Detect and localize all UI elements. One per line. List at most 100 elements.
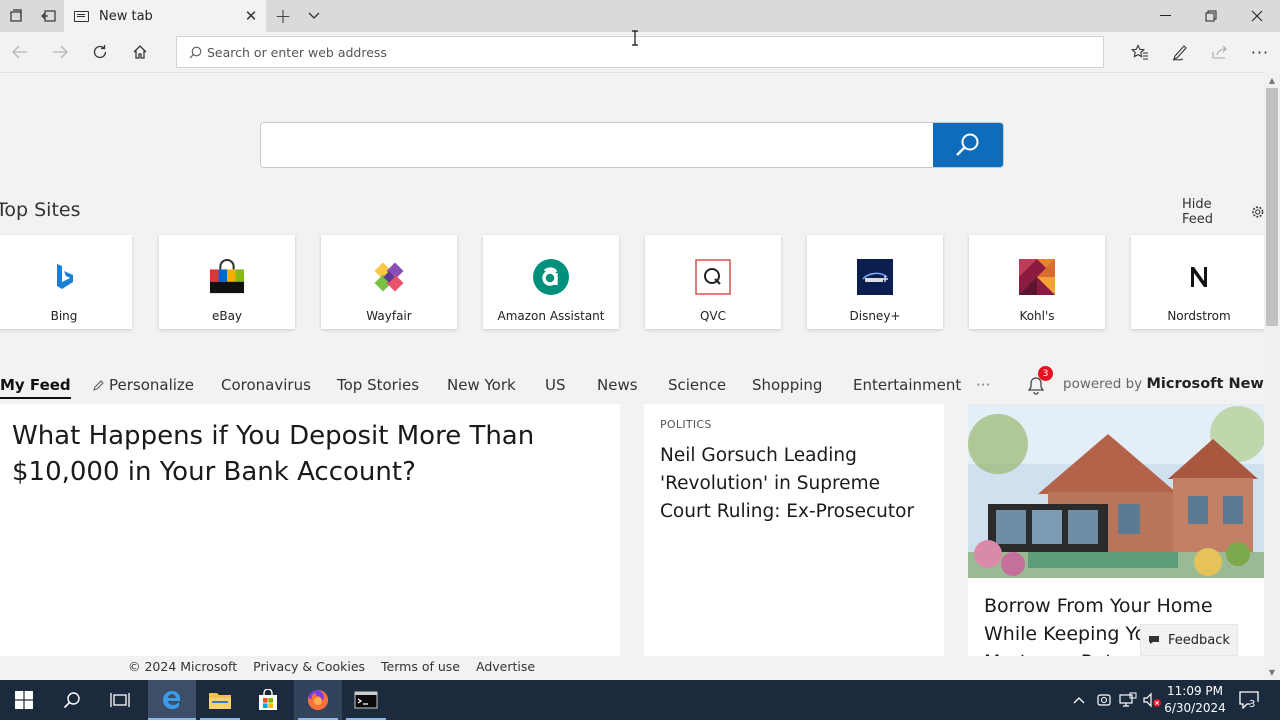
gear-icon <box>1251 206 1263 218</box>
news-card[interactable]: What Happens if You Deposit More Than $1… <box>0 404 620 656</box>
tab-new-tab[interactable]: New tab ✕ <box>64 0 266 32</box>
scroll-thumb[interactable] <box>1266 88 1278 326</box>
news-card[interactable]: Borrow From Your Home While Keeping Your… <box>968 404 1264 656</box>
scroll-up-icon[interactable]: ▲ <box>1264 72 1280 88</box>
back-icon[interactable] <box>0 32 40 72</box>
top-site-wayfair[interactable]: Wayfair <box>321 235 457 329</box>
tab-title: New tab <box>99 8 153 24</box>
kohls-icon <box>1019 259 1055 295</box>
taskbar-search-button[interactable] <box>48 680 96 720</box>
tab-news[interactable]: News <box>597 376 638 394</box>
feedback-label: Feedback <box>1168 632 1230 648</box>
powered-by: powered by Microsoft News <box>1063 376 1264 392</box>
taskbar: 11:09 PM 6/30/2024 3 <box>0 680 1280 720</box>
address-bar[interactable] <box>176 36 1104 68</box>
terms-link[interactable]: Terms of use <box>381 659 460 674</box>
action-center-icon[interactable]: 3 <box>1232 680 1266 720</box>
copyright: © 2024 Microsoft <box>128 659 238 674</box>
card-headline: What Happens if You Deposit More Than $1… <box>12 421 535 487</box>
powered-by-prefix: powered by <box>1063 376 1143 392</box>
favorites-icon[interactable] <box>1120 32 1160 72</box>
show-hidden-icons-chevron-icon[interactable] <box>1068 680 1090 720</box>
restore-icon[interactable] <box>1188 0 1234 32</box>
navigation-bar: ··· <box>0 32 1280 72</box>
close-tab-icon[interactable]: ✕ <box>236 0 266 32</box>
folder-icon <box>209 693 231 709</box>
clock-date: 6/30/2024 <box>1164 701 1226 715</box>
firefox-icon <box>308 690 328 710</box>
top-site-kohls[interactable]: Kohl's <box>969 235 1105 329</box>
powered-by-brand: Microsoft News <box>1146 376 1264 392</box>
taskbar-edge[interactable] <box>148 680 196 720</box>
more-tabs-button[interactable]: ··· <box>976 376 990 394</box>
settings-more-icon[interactable]: ··· <box>1240 32 1280 72</box>
tab-top-stories[interactable]: Top Stories <box>337 376 419 394</box>
news-card[interactable]: POLITICS Neil Gorsuch Leading 'Revolutio… <box>644 404 944 656</box>
scroll-down-icon[interactable]: ▼ <box>1264 664 1280 680</box>
taskbar-file-explorer[interactable] <box>196 680 244 720</box>
wayfair-icon <box>371 259 407 295</box>
task-view-button[interactable] <box>96 680 144 720</box>
home-icon[interactable] <box>120 32 160 72</box>
taskbar-firefox[interactable] <box>294 680 342 720</box>
top-site-amazon-assistant[interactable]: Amazon Assistant <box>483 235 619 329</box>
taskbar-clock[interactable]: 11:09 PM 6/30/2024 <box>1164 683 1226 717</box>
privacy-link[interactable]: Privacy & Cookies <box>253 659 365 674</box>
top-site-disney-plus[interactable]: Disney+ <box>807 235 943 329</box>
share-icon[interactable] <box>1200 32 1240 72</box>
feedback-button[interactable]: Feedback <box>1140 624 1238 656</box>
tab-actions-icon[interactable] <box>0 0 32 32</box>
task-view-icon <box>110 693 130 707</box>
terminal-icon <box>354 691 378 709</box>
clock-time: 11:09 PM <box>1167 684 1223 698</box>
tab-shopping[interactable]: Shopping <box>752 376 822 394</box>
top-site-name: QVC <box>699 309 727 323</box>
windows-icon <box>15 691 33 709</box>
bing-icon <box>46 259 82 295</box>
tab-coronavirus[interactable]: Coronavirus <box>221 376 311 394</box>
top-site-qvc[interactable]: QVC <box>645 235 781 329</box>
feed-tabs: My Feed Personalize Coronavirus Top Stor… <box>0 366 1264 403</box>
meet-now-icon[interactable] <box>1092 680 1116 720</box>
volume-muted-icon[interactable] <box>1140 680 1164 720</box>
taskbar-terminal[interactable] <box>342 680 390 720</box>
top-site-ebay[interactable]: eBay <box>159 235 295 329</box>
refresh-icon[interactable] <box>80 32 120 72</box>
tab-us[interactable]: US <box>545 376 566 394</box>
top-sites-heading: Top Sites <box>0 199 81 221</box>
card-category: POLITICS <box>660 418 712 431</box>
search-button[interactable] <box>933 123 1003 167</box>
house-photo <box>968 404 1264 578</box>
top-site-name: Nordstrom <box>1167 309 1231 323</box>
top-site-nordstrom[interactable]: Nordstrom <box>1131 235 1264 329</box>
advertise-link[interactable]: Advertise <box>476 659 535 674</box>
hide-feed-button[interactable]: Hide Feed <box>1182 197 1264 227</box>
tab-new-york[interactable]: New York <box>447 376 516 394</box>
new-tab-icon[interactable]: + <box>268 0 298 32</box>
qvc-icon <box>695 259 731 295</box>
address-input[interactable] <box>207 44 1067 60</box>
tab-science[interactable]: Science <box>668 376 726 394</box>
taskbar-store[interactable] <box>244 680 292 720</box>
top-site-name: eBay <box>211 309 243 323</box>
start-button[interactable] <box>0 680 48 720</box>
search-box[interactable] <box>260 122 1004 168</box>
set-tabs-aside-icon[interactable] <box>32 0 64 32</box>
top-site-name: Wayfair <box>366 309 412 323</box>
tab-preview-chevron-icon[interactable] <box>300 0 328 32</box>
action-center-badge: 3 <box>1249 699 1256 710</box>
top-site-name: Kohl's <box>1019 309 1055 323</box>
search-input[interactable] <box>261 123 933 167</box>
page-scrollbar[interactable]: ▲ ▼ <box>1264 72 1280 680</box>
top-site-name: Disney+ <box>849 309 901 323</box>
top-site-bing[interactable]: Bing <box>0 235 132 329</box>
network-icon[interactable] <box>1116 680 1140 720</box>
minimize-icon[interactable] <box>1142 0 1188 32</box>
tab-personalize[interactable]: Personalize <box>92 376 194 394</box>
edge-icon <box>163 691 181 709</box>
tab-my-feed[interactable]: My Feed <box>0 376 71 399</box>
close-window-icon[interactable] <box>1234 0 1280 32</box>
forward-icon[interactable] <box>40 32 80 72</box>
web-note-pen-icon[interactable] <box>1160 32 1200 72</box>
tab-entertainment[interactable]: Entertainment <box>853 376 961 394</box>
